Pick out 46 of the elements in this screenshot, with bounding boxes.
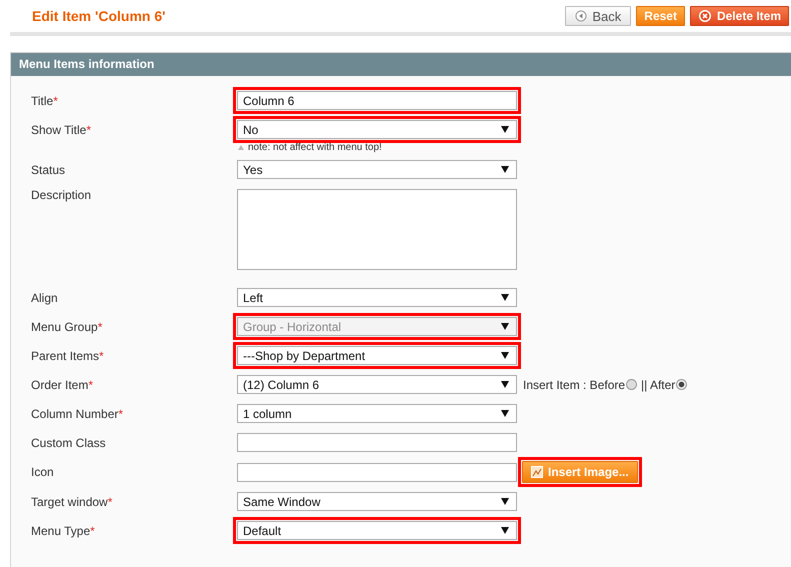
field-label: Title* bbox=[31, 94, 59, 108]
caret-icon bbox=[501, 323, 509, 330]
image-icon bbox=[531, 466, 543, 478]
caret-icon bbox=[501, 381, 509, 388]
text-field[interactable] bbox=[237, 433, 517, 452]
back-icon bbox=[575, 10, 588, 22]
field-label: Menu Type* bbox=[31, 524, 96, 538]
page-title: Edit Item 'Column 6' bbox=[32, 8, 166, 24]
field-label: Status bbox=[31, 162, 66, 176]
field-label: Custom Class bbox=[31, 436, 107, 450]
field-label: Target window* bbox=[31, 494, 114, 508]
field-label: Show Title* bbox=[31, 122, 92, 136]
select-field[interactable]: Default bbox=[237, 521, 517, 540]
caret-icon bbox=[501, 126, 509, 133]
caret-icon bbox=[501, 410, 509, 417]
radio-button[interactable] bbox=[626, 379, 638, 390]
text-area[interactable] bbox=[237, 189, 517, 270]
field-label: Order Item* bbox=[31, 378, 94, 392]
select-field[interactable]: ---Shop by Department bbox=[237, 346, 517, 365]
select-field[interactable]: 1 column bbox=[237, 404, 517, 423]
select-field[interactable]: Left bbox=[237, 288, 517, 307]
triangle-icon bbox=[238, 144, 244, 150]
field-label: Description bbox=[31, 187, 92, 202]
radio-label: || After bbox=[641, 378, 676, 392]
close-icon bbox=[698, 9, 712, 23]
field-label: Parent Items* bbox=[31, 348, 105, 362]
text-field[interactable]: Column 6 bbox=[237, 91, 517, 110]
select-field[interactable]: Same Window bbox=[237, 492, 517, 511]
caret-icon bbox=[501, 527, 509, 534]
select-field[interactable]: No bbox=[237, 120, 517, 139]
text-field[interactable] bbox=[237, 462, 517, 482]
radio-label: Insert Item : Before bbox=[523, 378, 626, 392]
radio-button[interactable] bbox=[676, 379, 688, 390]
field-label: Column Number* bbox=[31, 406, 124, 420]
select-field[interactable]: (12) Column 6 bbox=[237, 375, 517, 394]
field-note: note: not affect with menu top! bbox=[248, 142, 382, 152]
section-header: Menu Items information bbox=[11, 53, 791, 76]
select-field[interactable]: Yes bbox=[237, 160, 517, 179]
back-button[interactable]: Back bbox=[565, 6, 632, 26]
field-label: Menu Group* bbox=[31, 320, 104, 334]
caret-icon bbox=[501, 294, 509, 301]
field-label: Align bbox=[31, 290, 59, 304]
caret-icon bbox=[501, 498, 509, 505]
field-label: Icon bbox=[31, 465, 55, 479]
caret-icon bbox=[501, 166, 509, 173]
caret-icon bbox=[501, 352, 509, 359]
